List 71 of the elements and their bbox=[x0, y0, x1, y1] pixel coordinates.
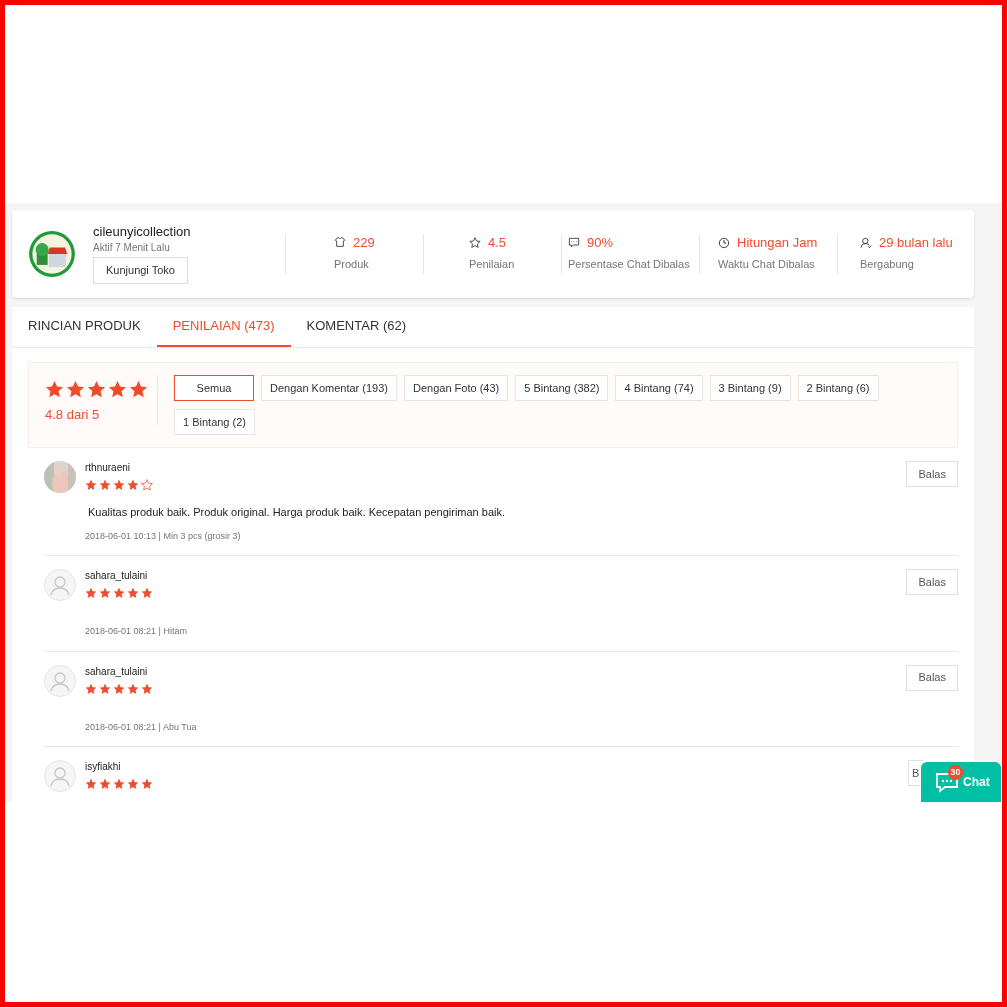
star-icon bbox=[141, 682, 153, 695]
stat-label: Persentase Chat Dibalas bbox=[568, 257, 691, 273]
star-icon bbox=[87, 380, 106, 399]
visit-shop-button[interactable]: Kunjungi Toko bbox=[93, 257, 188, 284]
star-icon bbox=[141, 778, 153, 790]
chat-button[interactable]: Chat 30 bbox=[921, 762, 1001, 802]
stat-label: Produk bbox=[334, 257, 370, 273]
filter-button[interactable]: Semua bbox=[174, 375, 254, 401]
star-icon bbox=[141, 587, 153, 599]
star-icon bbox=[99, 587, 111, 599]
stat-value: 4.5 bbox=[488, 235, 507, 252]
star-icon bbox=[129, 380, 148, 399]
star-icon bbox=[113, 682, 125, 695]
tab[interactable]: RINCIAN PRODUK bbox=[28, 307, 157, 347]
filter-button[interactable]: Dengan Foto (43) bbox=[404, 375, 509, 401]
review-meta: 2018-06-01 10:13 | Min 3 pcs (grosir 3) bbox=[85, 529, 242, 543]
stat-value: 90% bbox=[587, 235, 614, 252]
stat-label: Bergabung bbox=[860, 257, 915, 273]
star-icon bbox=[99, 682, 111, 695]
shop-status: Aktif 7 Menit Lalu bbox=[93, 241, 171, 254]
filter-button[interactable]: 1 Bintang (2) bbox=[174, 409, 255, 435]
unread-count-badge: 30 bbox=[948, 765, 963, 780]
review-meta: 2018-06-01 08:21 | Hitam bbox=[85, 625, 188, 638]
star-icon bbox=[127, 682, 139, 695]
stat-label: Waktu Chat Dibalas bbox=[718, 257, 816, 273]
filter-button[interactable]: 4 Bintang (74) bbox=[615, 375, 703, 401]
shop-logo-icon bbox=[28, 230, 76, 278]
star-icon bbox=[85, 682, 97, 695]
reviewer-name: sahara_tulaini bbox=[85, 569, 149, 582]
clock-icon bbox=[718, 237, 730, 250]
reply-button[interactable]: Balas bbox=[906, 664, 958, 691]
filter-button[interactable]: 5 Bintang (382) bbox=[515, 375, 609, 401]
reviewer-name: sahara_tulaini bbox=[85, 664, 149, 678]
filter-button[interactable]: Dengan Komentar (193) bbox=[261, 375, 397, 401]
chat-bubble-icon bbox=[568, 237, 580, 250]
rating-score: 4.8 dari 5 bbox=[45, 406, 101, 424]
star-icon bbox=[127, 587, 139, 599]
star-icon bbox=[85, 587, 97, 599]
star-icon bbox=[113, 587, 125, 599]
reply-button[interactable]: Balas bbox=[906, 569, 958, 595]
star-icon bbox=[99, 479, 111, 491]
star-icon bbox=[45, 380, 64, 399]
stat-label: Penilaian bbox=[469, 257, 516, 273]
filter-button[interactable]: 2 Bintang (6) bbox=[797, 375, 879, 401]
shop-name: cileunyicollection bbox=[93, 224, 192, 240]
filter-button[interactable]: 3 Bintang (9) bbox=[709, 375, 791, 401]
star-icon bbox=[113, 778, 125, 790]
star-icon bbox=[113, 479, 125, 491]
reply-button[interactable]: Balas bbox=[906, 461, 958, 487]
star-icon bbox=[85, 479, 97, 491]
empty-star-icon bbox=[141, 479, 153, 491]
chat-label: Chat bbox=[963, 774, 990, 791]
stat-value: 29 bulan lalu bbox=[879, 235, 953, 252]
star-icon bbox=[99, 778, 111, 790]
tab[interactable]: PENILAIAN (473) bbox=[156, 307, 291, 347]
reviewer-name: isyfiakhi bbox=[85, 760, 122, 773]
star-icon bbox=[66, 380, 85, 399]
star-icon bbox=[108, 380, 127, 399]
star-icon bbox=[127, 778, 139, 790]
stat-value: 229 bbox=[353, 235, 375, 252]
star-icon bbox=[127, 479, 139, 491]
shirt-icon bbox=[334, 237, 346, 250]
person-icon bbox=[860, 237, 872, 250]
star-icon bbox=[85, 778, 97, 790]
review-text: Kualitas produk baik. Produk original. Harga produk baik. Kecepatan pengiriman baik. bbox=[87, 505, 507, 520]
tab[interactable]: KOMENTAR (62) bbox=[290, 307, 422, 347]
reviewer-name: rthnuraeni bbox=[85, 461, 132, 474]
reply-button[interactable]: B bbox=[908, 760, 923, 786]
stat-value: Hitungan Jam bbox=[737, 235, 818, 252]
review-meta: 2018-06-01 08:21 | Abu Tua bbox=[85, 720, 198, 734]
star-outline-icon bbox=[469, 237, 481, 250]
